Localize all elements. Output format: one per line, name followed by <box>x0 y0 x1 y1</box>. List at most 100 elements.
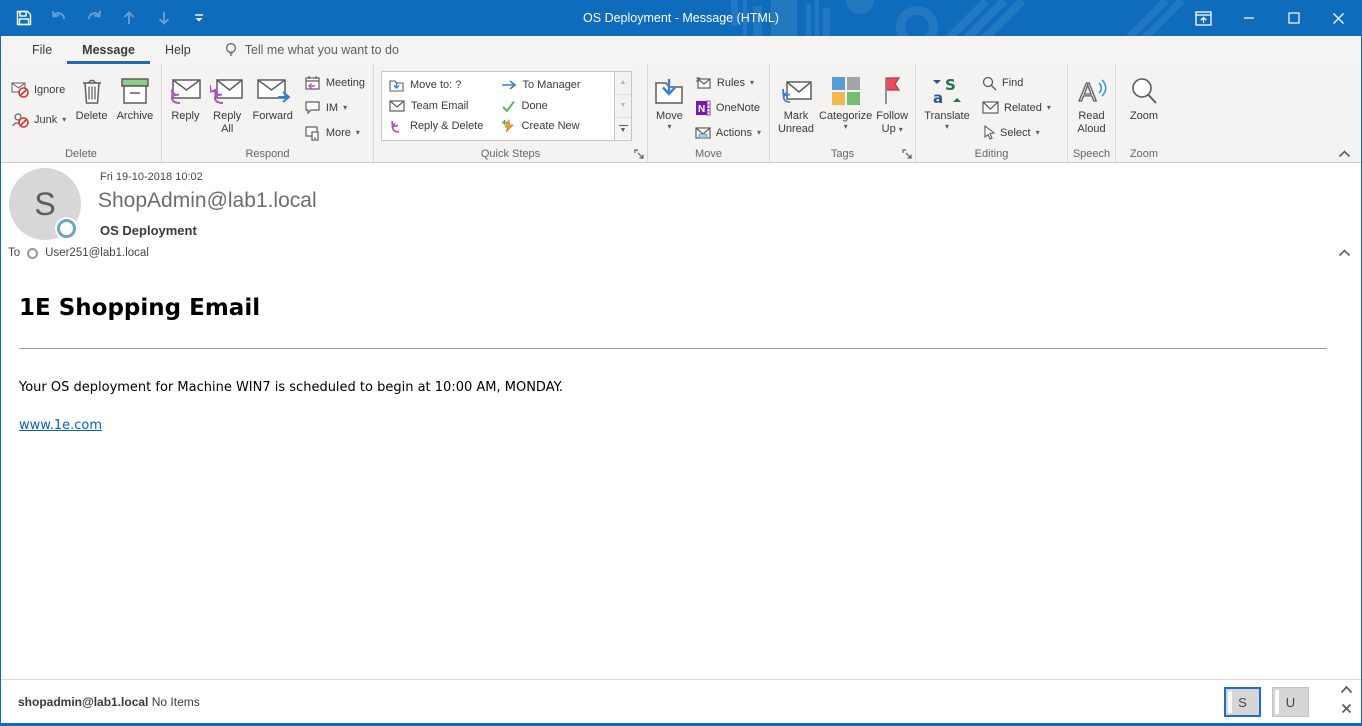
ignore-button[interactable]: Ignore <box>8 79 69 101</box>
close-icon[interactable] <box>1316 0 1361 36</box>
delete-button[interactable]: Delete <box>71 67 112 145</box>
follow-up-label: Follow Up ▾ <box>872 110 912 136</box>
minimize-icon[interactable] <box>1226 0 1271 36</box>
delete-icon <box>79 72 105 110</box>
save-icon[interactable] <box>14 7 34 29</box>
quick-step-move-to[interactable]: Move to: ? <box>389 78 501 92</box>
related-icon <box>982 101 999 114</box>
more-respond-button[interactable]: More ▾ <box>301 122 368 144</box>
translate-button[interactable]: Sa Translate ▾ <box>919 67 975 145</box>
meeting-button[interactable]: Meeting <box>301 72 368 94</box>
group-speech: A Read Aloud Speech <box>1068 64 1116 162</box>
scroll-down-icon[interactable]: ▼ <box>615 95 631 118</box>
tab-message[interactable]: Message <box>67 36 150 64</box>
scroll-up-icon[interactable]: ▲ <box>615 72 631 95</box>
quick-step-done[interactable]: Done <box>501 100 613 112</box>
rules-button[interactable]: Rules ▾ <box>692 72 764 94</box>
junk-label: Junk <box>34 114 57 126</box>
quick-step-label: Reply & Delete <box>410 120 483 132</box>
meeting-icon <box>304 75 321 91</box>
collapse-ribbon-icon[interactable] <box>1338 150 1351 158</box>
quick-step-to-manager[interactable]: To Manager <box>501 79 613 91</box>
reply-all-button[interactable]: Reply All <box>206 67 249 145</box>
sender-address[interactable]: ShopAdmin@lab1.local <box>98 189 317 213</box>
actions-button[interactable]: Actions ▾ <box>692 122 764 144</box>
dropdown-arrow-icon: ▾ <box>899 125 903 134</box>
select-cursor-icon <box>982 125 995 140</box>
status-account: shopadmin@lab1.local <box>18 695 148 709</box>
archive-icon <box>119 72 151 110</box>
translate-icon: Sa <box>931 72 963 110</box>
group-label-move: Move <box>648 148 769 160</box>
team-email-icon <box>389 100 405 112</box>
categorize-button[interactable]: Categorize ▾ <box>819 67 872 145</box>
expand-people-bar-icon[interactable] <box>1340 685 1353 694</box>
quick-step-team-email[interactable]: Team Email <box>389 100 501 112</box>
select-button[interactable]: Select ▾ <box>979 122 1054 144</box>
zoom-button[interactable]: Zoom <box>1119 67 1169 145</box>
gallery-more-icon[interactable]: ▼ <box>615 118 631 140</box>
group-label-quick-steps: Quick Steps <box>374 148 647 160</box>
quick-steps-dialog-launcher-icon[interactable] <box>634 149 644 159</box>
dropdown-arrow-icon: ▾ <box>844 123 848 131</box>
ribbon-display-options-icon[interactable] <box>1181 0 1226 36</box>
group-label-editing: Editing <box>916 148 1067 160</box>
people-button-s[interactable]: S <box>1224 687 1261 717</box>
people-button-u[interactable]: U <box>1272 687 1309 717</box>
follow-up-flag-icon <box>880 72 904 110</box>
zoom-icon <box>1129 72 1159 110</box>
onenote-icon: N <box>695 100 711 116</box>
rules-label: Rules <box>717 77 745 89</box>
dropdown-arrow-icon: ▾ <box>750 79 754 87</box>
related-button[interactable]: Related ▾ <box>979 97 1054 119</box>
onenote-button[interactable]: N OneNote <box>692 97 764 119</box>
tell-me-box[interactable]: Tell me what you want to do <box>224 36 399 64</box>
mark-unread-label: Mark Unread <box>773 110 819 136</box>
dropdown-arrow-icon: ▾ <box>343 104 347 112</box>
mark-unread-button[interactable]: Mark Unread <box>773 67 819 145</box>
group-label-respond: Respond <box>162 148 373 160</box>
people-bar: S U <box>1224 687 1309 717</box>
maximize-icon[interactable] <box>1271 0 1316 36</box>
archive-button[interactable]: Archive <box>112 67 158 145</box>
tags-dialog-launcher-icon[interactable] <box>902 149 912 159</box>
find-button[interactable]: Find <box>979 72 1054 94</box>
ignore-icon <box>11 82 29 98</box>
recipient-presence-icon <box>27 248 38 259</box>
move-down-icon[interactable] <box>154 7 174 29</box>
avatar-initial: S <box>34 186 55 223</box>
read-aloud-button[interactable]: A Read Aloud <box>1071 67 1112 145</box>
redo-icon[interactable] <box>84 7 104 29</box>
tell-me-label: Tell me what you want to do <box>245 43 399 57</box>
outlook-message-window: OS Deployment - Message (HTML) File Mess… <box>0 0 1362 726</box>
recipient-address[interactable]: User251@lab1.local <box>45 247 149 259</box>
collapse-header-icon[interactable] <box>1338 249 1351 257</box>
move-up-icon[interactable] <box>119 7 139 29</box>
people-initial: S <box>1238 695 1247 710</box>
tab-file[interactable]: File <box>17 36 67 64</box>
follow-up-button[interactable]: Follow Up ▾ <box>872 67 912 145</box>
window-controls <box>1181 0 1361 36</box>
quick-step-label: Team Email <box>411 100 468 112</box>
forward-button[interactable]: Forward <box>249 67 297 145</box>
group-move: Move ▾ Rules ▾ N OneNote Actions ▾ <box>648 64 770 162</box>
close-people-bar-icon[interactable] <box>1341 703 1352 714</box>
tab-help[interactable]: Help <box>150 36 206 64</box>
quick-step-reply-delete[interactable]: Reply & Delete <box>389 120 501 133</box>
quick-step-create-new[interactable]: Create New <box>501 119 613 133</box>
im-icon <box>304 100 321 115</box>
customize-qat-icon[interactable] <box>189 7 209 29</box>
im-button[interactable]: IM ▾ <box>301 97 368 119</box>
reply-icon <box>168 72 202 110</box>
undo-icon[interactable] <box>49 7 69 29</box>
body-link[interactable]: www.1e.com <box>19 418 102 433</box>
junk-button[interactable]: Junk ▾ <box>8 109 69 131</box>
zoom-label: Zoom <box>1130 110 1158 123</box>
reply-button[interactable]: Reply <box>165 67 206 145</box>
move-button[interactable]: Move ▾ <box>651 67 688 145</box>
quick-steps-gallery: Move to: ? To Manager Team Email Done <box>381 71 615 141</box>
ribbon-tabs: File Message Help Tell me what you want … <box>1 36 1361 64</box>
quick-access-toolbar <box>14 7 209 29</box>
meeting-label: Meeting <box>326 77 365 89</box>
message-header: S Fri 19-10-2018 10:02 ShopAdmin@lab1.lo… <box>1 163 1361 268</box>
